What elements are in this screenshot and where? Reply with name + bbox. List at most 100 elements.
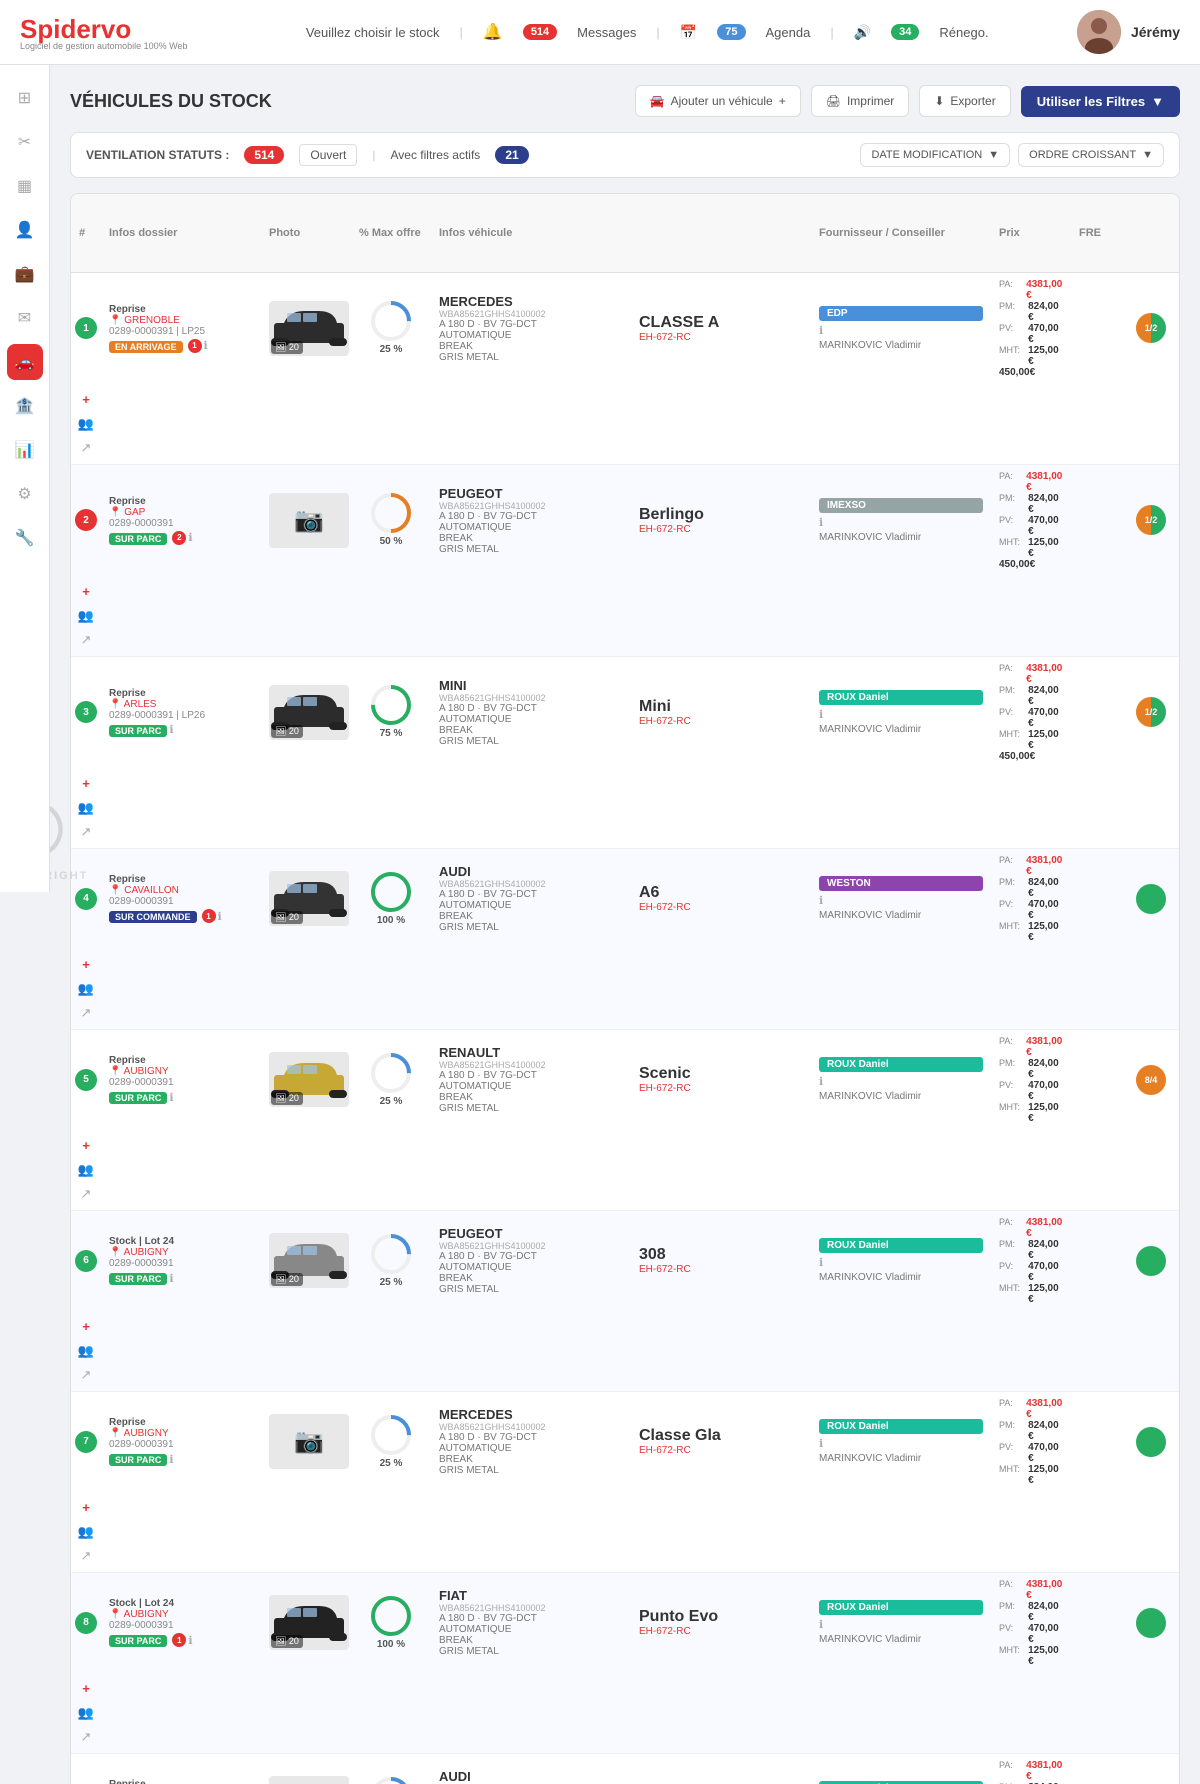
info-supplier-icon[interactable]: ℹ: [819, 1256, 983, 1269]
table-row[interactable]: 5 Reprise 📍 AUBIGNY 0289-0000391 SUR PAR…: [71, 1030, 1179, 1211]
fre-cell[interactable]: [1071, 1602, 1180, 1644]
row-actions-cell[interactable]: + 👥 ↗: [71, 1492, 101, 1572]
avatar[interactable]: [1077, 10, 1121, 54]
supplier-name[interactable]: ROUX Daniel: [819, 690, 983, 705]
share-row-icon[interactable]: ↗: [76, 630, 96, 650]
add-row-icon[interactable]: +: [76, 390, 96, 410]
supplier-name[interactable]: ROUX Daniel: [819, 1781, 983, 1784]
share-row-icon[interactable]: ↗: [76, 1184, 96, 1204]
add-row-icon[interactable]: +: [76, 1136, 96, 1156]
notification-icon[interactable]: 🔔: [483, 22, 503, 42]
dossier-status-badge[interactable]: SUR PARC: [109, 1092, 167, 1104]
add-row-icon[interactable]: +: [76, 1679, 96, 1699]
users-row-icon[interactable]: 👥: [76, 606, 96, 626]
share-row-icon[interactable]: ↗: [76, 1003, 96, 1023]
info-supplier-icon[interactable]: ℹ: [819, 1075, 983, 1088]
add-row-icon[interactable]: +: [76, 774, 96, 794]
photo-cell[interactable]: 🖼 20: [261, 1770, 351, 1784]
info-icon[interactable]: ℹ: [204, 339, 208, 352]
sidebar-item-chart-bar[interactable]: 📊: [7, 432, 43, 468]
users-row-icon[interactable]: 👥: [76, 1522, 96, 1542]
photo-cell[interactable]: 🖼 20: [261, 865, 351, 932]
reneg-badge[interactable]: 34: [891, 24, 919, 40]
stock-chooser[interactable]: Veuillez choisir le stock: [306, 25, 440, 40]
supplier-name[interactable]: ROUX Daniel: [819, 1600, 983, 1615]
photo-cell[interactable]: 🖼 20: [261, 1589, 351, 1656]
export-button[interactable]: ⬇ Exporter: [919, 85, 1010, 117]
sidebar-item-mail[interactable]: ✉: [7, 300, 43, 336]
share-row-icon[interactable]: ↗: [76, 1546, 96, 1566]
sidebar-item-briefcase[interactable]: 💼: [7, 256, 43, 292]
photo-cell[interactable]: 📷: [261, 487, 351, 554]
supplier-name[interactable]: IMEXSO: [819, 498, 983, 513]
logo[interactable]: Spidervo Logiciel de gestion automobile …: [20, 14, 187, 51]
photo-cell[interactable]: 🖼 20: [261, 295, 351, 362]
share-row-icon[interactable]: ↗: [76, 1365, 96, 1385]
sidebar-item-users[interactable]: 👤: [7, 212, 43, 248]
add-vehicle-button[interactable]: 🚘 Ajouter un véhicule +: [635, 85, 801, 117]
print-button[interactable]: 🖨 Imprimer: [811, 85, 910, 117]
row-actions-cell[interactable]: + 👥 ↗: [71, 1311, 101, 1391]
share-row-icon[interactable]: ↗: [76, 1727, 96, 1747]
dossier-status-badge[interactable]: EN ARRIVAGE: [109, 341, 183, 353]
row-actions-cell[interactable]: + 👥 ↗: [71, 576, 101, 656]
filter-open[interactable]: Ouvert: [299, 144, 357, 166]
row-actions-cell[interactable]: + 👥 ↗: [71, 1130, 101, 1210]
photo-cell[interactable]: 📷: [261, 1408, 351, 1475]
supplier-name[interactable]: ROUX Daniel: [819, 1057, 983, 1072]
sidebar-item-settings[interactable]: ⚙: [7, 476, 43, 512]
photo-cell[interactable]: 🖼 20: [261, 1046, 351, 1113]
row-actions-cell[interactable]: + 👥 ↗: [71, 949, 101, 1029]
supplier-name[interactable]: ROUX Daniel: [819, 1419, 983, 1434]
users-row-icon[interactable]: 👥: [76, 1703, 96, 1723]
dossier-status-badge[interactable]: SUR PARC: [109, 1635, 167, 1647]
sidebar-item-tools[interactable]: ✂: [7, 124, 43, 160]
messages-label[interactable]: Messages: [577, 25, 636, 40]
photo-cell[interactable]: 🖼 20: [261, 1227, 351, 1294]
fre-cell[interactable]: 8/4: [1071, 1059, 1180, 1101]
add-row-icon[interactable]: +: [76, 582, 96, 602]
supplier-name[interactable]: EDP: [819, 306, 983, 321]
users-row-icon[interactable]: 👥: [76, 1160, 96, 1180]
agenda-label[interactable]: Agenda: [766, 25, 811, 40]
info-icon[interactable]: ℹ: [188, 1634, 192, 1647]
info-icon[interactable]: ℹ: [169, 1091, 173, 1104]
table-row[interactable]: 4 Reprise 📍 CAVAILLON 0289-0000391 SUR C…: [71, 849, 1179, 1030]
info-icon[interactable]: ℹ: [218, 910, 222, 923]
users-row-icon[interactable]: 👥: [76, 979, 96, 999]
supplier-name[interactable]: WESTON: [819, 876, 983, 891]
dossier-status-badge[interactable]: SUR PARC: [109, 1454, 167, 1466]
info-icon[interactable]: ℹ: [169, 1453, 173, 1466]
sidebar-item-car[interactable]: 🚗: [7, 344, 43, 380]
fre-cell[interactable]: 1/2: [1071, 499, 1180, 541]
sidebar-item-bank[interactable]: 🏦: [7, 388, 43, 424]
fre-cell[interactable]: [1071, 1783, 1180, 1784]
table-row[interactable]: 9 Reprise 📍 AUBIGNY 0289-0000391 SUR PAR…: [71, 1754, 1179, 1784]
filter-active-count[interactable]: 21: [495, 146, 528, 164]
info-icon[interactable]: ℹ: [169, 723, 173, 736]
table-row[interactable]: 3 Reprise 📍 ARLES 0289-0000391 | LP26 SU…: [71, 657, 1179, 849]
fre-cell[interactable]: [1071, 1421, 1180, 1463]
agenda-badge[interactable]: 75: [717, 24, 745, 40]
info-supplier-icon[interactable]: ℹ: [819, 708, 983, 721]
fre-cell[interactable]: [1071, 1240, 1180, 1282]
add-row-icon[interactable]: +: [76, 955, 96, 975]
users-row-icon[interactable]: 👥: [76, 1341, 96, 1361]
info-supplier-icon[interactable]: ℹ: [819, 1437, 983, 1450]
table-row[interactable]: 8 Stock | Lot 24 📍 AUBIGNY 0289-0000391 …: [71, 1573, 1179, 1754]
sidebar-item-wrench[interactable]: 🔧: [7, 520, 43, 556]
add-row-icon[interactable]: +: [76, 1317, 96, 1337]
info-supplier-icon[interactable]: ℹ: [819, 894, 983, 907]
users-row-icon[interactable]: 👥: [76, 798, 96, 818]
table-row[interactable]: 1 Reprise 📍 GRENOBLE 0289-0000391 | LP25…: [71, 273, 1179, 465]
table-row[interactable]: 7 Reprise 📍 AUBIGNY 0289-0000391 SUR PAR…: [71, 1392, 1179, 1573]
info-supplier-icon[interactable]: ℹ: [819, 516, 983, 529]
row-actions-cell[interactable]: + 👥 ↗: [71, 768, 101, 848]
share-row-icon[interactable]: ↗: [76, 438, 96, 458]
dossier-status-badge[interactable]: SUR COMMANDE: [109, 911, 197, 923]
photo-cell[interactable]: 🖼 20: [261, 679, 351, 746]
info-supplier-icon[interactable]: ℹ: [819, 1618, 983, 1631]
dossier-status-badge[interactable]: SUR PARC: [109, 725, 167, 737]
table-row[interactable]: 6 Stock | Lot 24 📍 AUBIGNY 0289-0000391 …: [71, 1211, 1179, 1392]
info-supplier-icon[interactable]: ℹ: [819, 324, 983, 337]
